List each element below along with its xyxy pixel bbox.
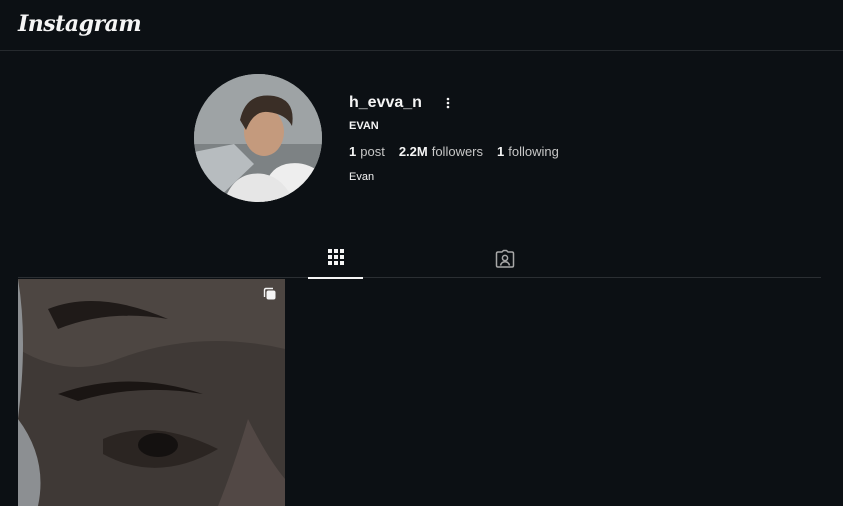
top-navigation-bar: Instagram	[0, 0, 843, 51]
active-tab-indicator	[308, 277, 363, 279]
tab-tagged[interactable]	[488, 240, 522, 278]
post-photo	[18, 279, 285, 506]
tab-posts[interactable]	[308, 240, 363, 279]
followers-count-value: 2.2M	[398, 144, 428, 159]
tagged-user-icon	[495, 249, 515, 268]
profile-tabs	[18, 240, 821, 279]
avatar-photo	[194, 74, 322, 202]
following-link[interactable]: 1 following	[497, 144, 559, 159]
profile-stats: 1 post 2.2M followers 1 following	[349, 144, 559, 159]
more-options-button[interactable]	[440, 94, 456, 112]
posts-count-value: 1	[349, 144, 357, 159]
posts-count-label: post	[360, 144, 385, 159]
profile-bio: Evan	[349, 171, 375, 183]
followers-link[interactable]: 2.2M followers	[399, 144, 483, 159]
following-count-label: following	[508, 144, 559, 159]
followers-count-label: followers	[431, 144, 484, 159]
following-count-value: 1	[497, 144, 505, 159]
carousel-icon	[263, 287, 276, 300]
profile-avatar[interactable]	[194, 74, 322, 202]
posts-count: 1 post	[349, 144, 385, 159]
profile-header: h_evva_n EVAN 1 post 2.2M followers 1 follo…	[349, 94, 559, 183]
profile-username: h_evva_n	[349, 94, 422, 111]
grid-icon	[327, 249, 344, 265]
instagram-logo[interactable]: Instagram	[18, 11, 142, 37]
more-vertical-icon	[446, 97, 450, 109]
post-thumbnail[interactable]	[18, 279, 285, 506]
profile-full-name: EVAN	[349, 120, 379, 132]
